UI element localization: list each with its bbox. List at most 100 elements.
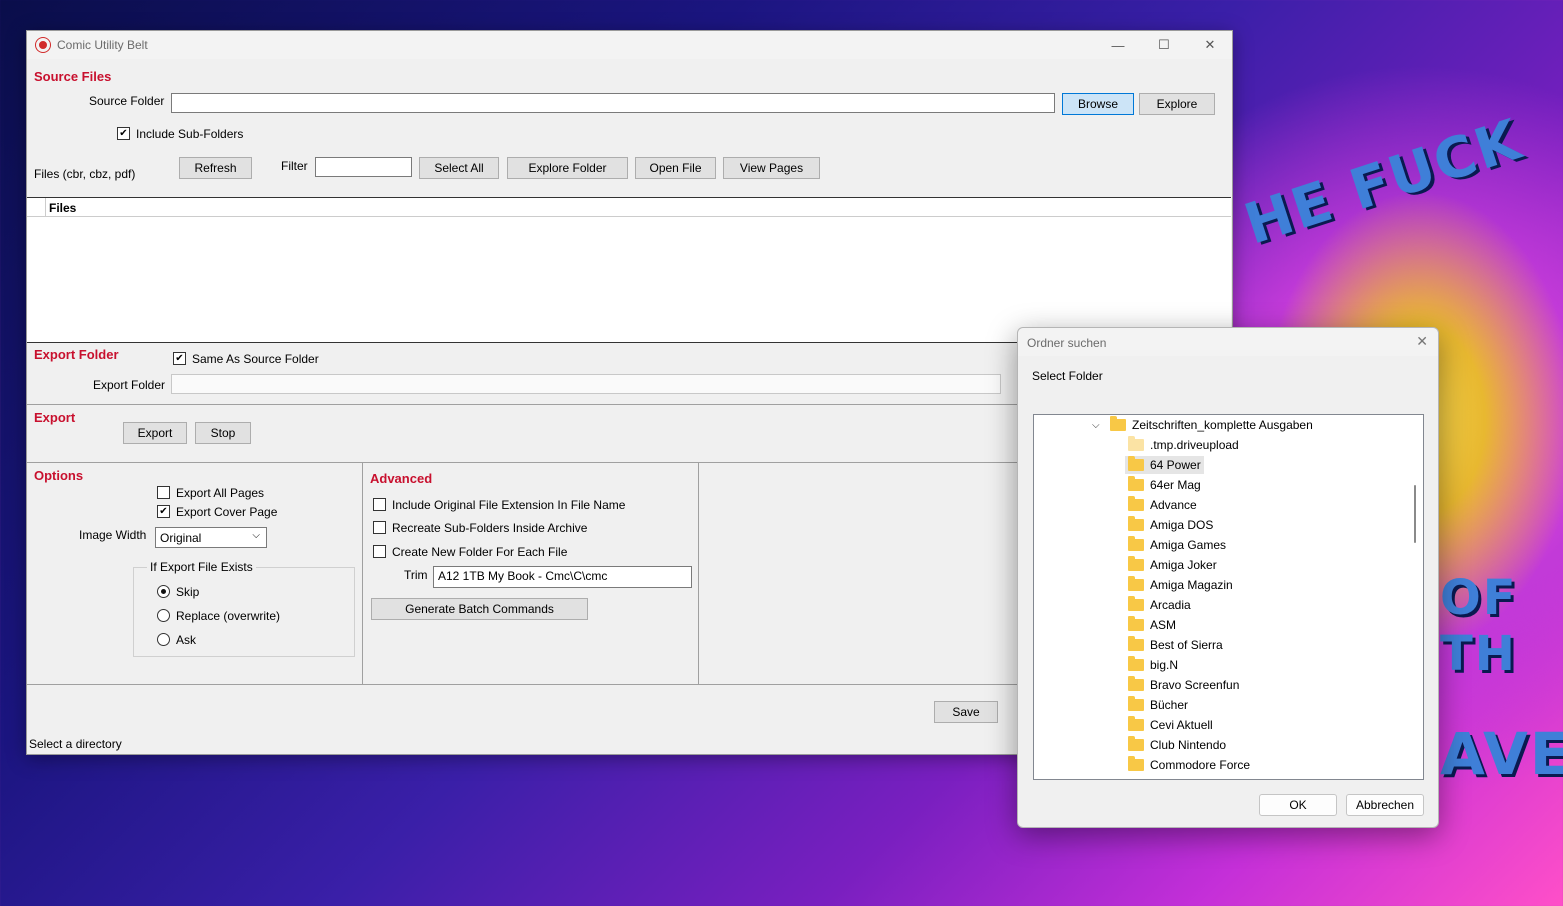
- export-cover-page-label: Export Cover Page: [176, 505, 278, 519]
- save-button[interactable]: Save: [934, 701, 998, 723]
- ask-radio[interactable]: [157, 633, 170, 646]
- ok-button[interactable]: OK: [1259, 794, 1337, 816]
- folder-icon: [1128, 616, 1144, 631]
- tree-folder-item[interactable]: big.N: [1128, 656, 1178, 674]
- explore-folder-button[interactable]: Explore Folder: [507, 157, 628, 179]
- tree-folder-item[interactable]: 64 Power: [1125, 456, 1204, 474]
- tree-folder-item[interactable]: Bücher: [1128, 696, 1188, 714]
- folder-icon: [1128, 436, 1144, 451]
- tree-folder-item[interactable]: Cevi Aktuell: [1128, 716, 1213, 734]
- export-cover-page-checkbox[interactable]: ✔: [157, 505, 170, 518]
- tree-folder-item[interactable]: Advance: [1128, 496, 1197, 514]
- image-width-select[interactable]: Original ⌵: [155, 527, 267, 548]
- tree-folder-item[interactable]: Amiga Joker: [1128, 556, 1217, 574]
- tree-folder-item[interactable]: .tmp.driveupload: [1128, 436, 1239, 454]
- include-sub-folders-checkbox[interactable]: ✔: [117, 127, 130, 140]
- filter-input[interactable]: [315, 157, 412, 177]
- export-folder-input[interactable]: [171, 374, 1001, 394]
- tree-folder-label: Amiga Magazin: [1150, 578, 1233, 592]
- maximize-icon[interactable]: ☐: [1141, 31, 1187, 59]
- same-as-source-checkbox[interactable]: ✔: [173, 352, 186, 365]
- folder-icon: [1128, 576, 1144, 591]
- tree-folder-item[interactable]: ASM: [1128, 616, 1176, 634]
- source-folder-input[interactable]: [171, 93, 1055, 113]
- tree-folder-label: .tmp.driveupload: [1150, 438, 1239, 452]
- view-pages-button[interactable]: View Pages: [723, 157, 820, 179]
- folder-icon: [1128, 536, 1144, 551]
- folder-icon: [1128, 596, 1144, 611]
- replace-radio[interactable]: [157, 609, 170, 622]
- title-bar: Comic Utility Belt — ☐ ✕: [27, 31, 1232, 59]
- create-new-folder-checkbox[interactable]: [373, 545, 386, 558]
- tree-folder-label: Best of Sierra: [1150, 638, 1223, 652]
- folder-icon: [1110, 416, 1126, 431]
- tree-folder-item[interactable]: Best of Sierra: [1128, 636, 1223, 654]
- recreate-sub-folders-label: Recreate Sub-Folders Inside Archive: [392, 521, 588, 535]
- tree-scrollbar[interactable]: [1409, 415, 1423, 779]
- files-column-header[interactable]: Files: [49, 201, 76, 215]
- tree-folder-item[interactable]: Amiga Games: [1128, 536, 1226, 554]
- folder-icon: [1128, 696, 1144, 711]
- stop-button[interactable]: Stop: [195, 422, 251, 444]
- tree-folder-label: Club Nintendo: [1150, 738, 1227, 752]
- tree-folder-label: Bücher: [1150, 698, 1189, 712]
- tree-folder-item[interactable]: Amiga DOS: [1128, 516, 1213, 534]
- files-list-header: Files: [27, 198, 1231, 217]
- image-width-label: Image Width: [79, 528, 147, 542]
- tree-folder-label: Amiga Joker: [1150, 558, 1217, 572]
- tree-folder-label: big.N: [1150, 658, 1179, 672]
- folder-icon: [1128, 756, 1144, 771]
- filter-label: Filter: [281, 159, 308, 173]
- recreate-sub-folders-checkbox[interactable]: [373, 521, 386, 534]
- wallpaper-text-bottom: AVE: [1440, 720, 1563, 788]
- generate-batch-button[interactable]: Generate Batch Commands: [371, 598, 588, 620]
- source-folder-label: Source Folder: [89, 94, 165, 108]
- folder-icon: [1128, 736, 1144, 751]
- dialog-close-icon[interactable]: ✕: [1416, 333, 1428, 350]
- folder-icon: [1128, 556, 1144, 571]
- tree-folder-item[interactable]: Bravo Screenfun: [1128, 676, 1239, 694]
- dialog-title: Ordner suchen: [1027, 336, 1107, 350]
- skip-radio[interactable]: [157, 585, 170, 598]
- tree-folder-item[interactable]: 64er Mag: [1128, 476, 1201, 494]
- chevron-down-icon[interactable]: ⌵: [1092, 420, 1110, 431]
- trim-input[interactable]: A12 1TB My Book - Cmc\C\cmc: [433, 566, 692, 588]
- scrollbar-thumb[interactable]: [1414, 485, 1416, 543]
- export-all-pages-checkbox[interactable]: [157, 486, 170, 499]
- browse-button[interactable]: Browse: [1062, 93, 1134, 115]
- same-as-source-label: Same As Source Folder: [192, 352, 319, 366]
- explore-button[interactable]: Explore: [1139, 93, 1215, 115]
- source-files-heading: Source Files: [34, 69, 112, 84]
- tree-folder-item[interactable]: Amiga Magazin: [1128, 576, 1233, 594]
- tree-folder-label: Commodore Force: [1150, 758, 1251, 772]
- advanced-heading: Advanced: [370, 471, 433, 486]
- folder-tree[interactable]: ⌵ Zeitschriften_komplette Ausgaben .tmp.…: [1033, 414, 1424, 780]
- files-list[interactable]: Files: [27, 197, 1231, 343]
- status-text: Select a directory: [29, 737, 122, 751]
- tree-folder-label: Arcadia: [1150, 598, 1191, 612]
- export-button[interactable]: Export: [123, 422, 187, 444]
- skip-label: Skip: [176, 585, 200, 599]
- select-all-button[interactable]: Select All: [419, 157, 499, 179]
- files-types-label: Files (cbr, cbz, pdf): [34, 167, 136, 181]
- trim-label: Trim: [404, 568, 428, 582]
- export-heading: Export: [34, 410, 76, 425]
- tree-folder-item[interactable]: Club Nintendo: [1128, 736, 1226, 754]
- include-original-ext-checkbox[interactable]: [373, 498, 386, 511]
- tree-folder-item[interactable]: Commodore Force: [1128, 756, 1250, 774]
- window-title: Comic Utility Belt: [57, 38, 148, 52]
- tree-folder-label: 64er Mag: [1150, 478, 1201, 492]
- tree-folder-item[interactable]: Arcadia: [1128, 596, 1191, 614]
- cancel-button[interactable]: Abbrechen: [1346, 794, 1424, 816]
- chevron-down-icon: ⌵: [252, 530, 260, 541]
- export-folder-label: Export Folder: [93, 378, 166, 392]
- refresh-button[interactable]: Refresh: [179, 157, 252, 179]
- tree-folder-label: Bravo Screenfun: [1150, 678, 1240, 692]
- folder-icon: [1128, 656, 1144, 671]
- ask-label: Ask: [176, 633, 197, 647]
- tree-root[interactable]: ⌵ Zeitschriften_komplette Ausgaben: [1092, 416, 1313, 434]
- app-icon: [36, 38, 50, 52]
- close-icon[interactable]: ✕: [1187, 31, 1233, 59]
- minimize-icon[interactable]: —: [1095, 31, 1141, 59]
- open-file-button[interactable]: Open File: [635, 157, 716, 179]
